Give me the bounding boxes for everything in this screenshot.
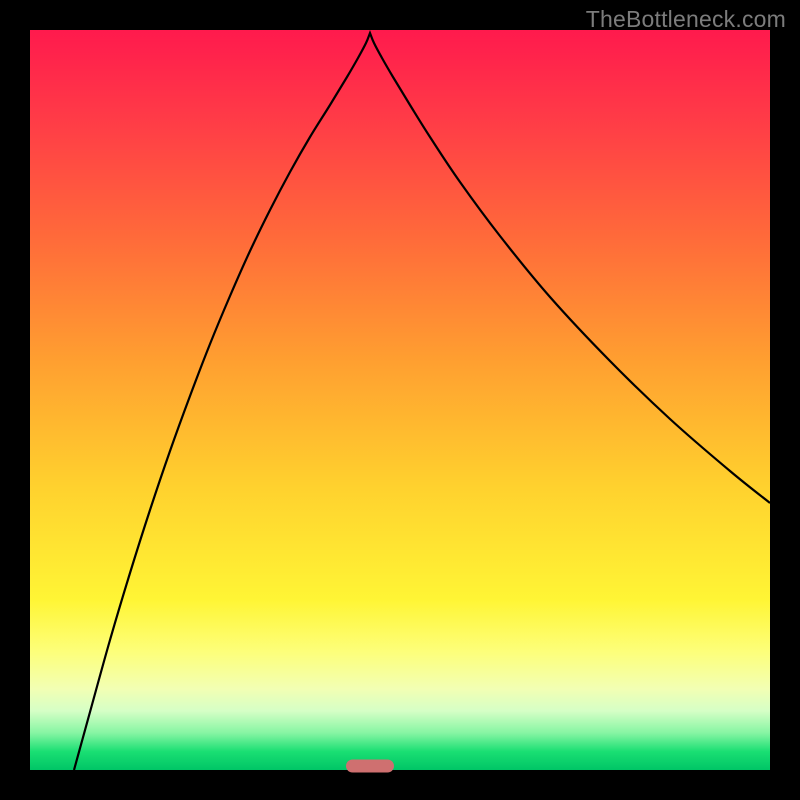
optimum-marker [346,759,394,772]
plot-area [30,30,770,770]
chart-container: TheBottleneck.com [0,0,800,800]
watermark-text: TheBottleneck.com [586,6,786,33]
bottleneck-curve [30,30,770,770]
